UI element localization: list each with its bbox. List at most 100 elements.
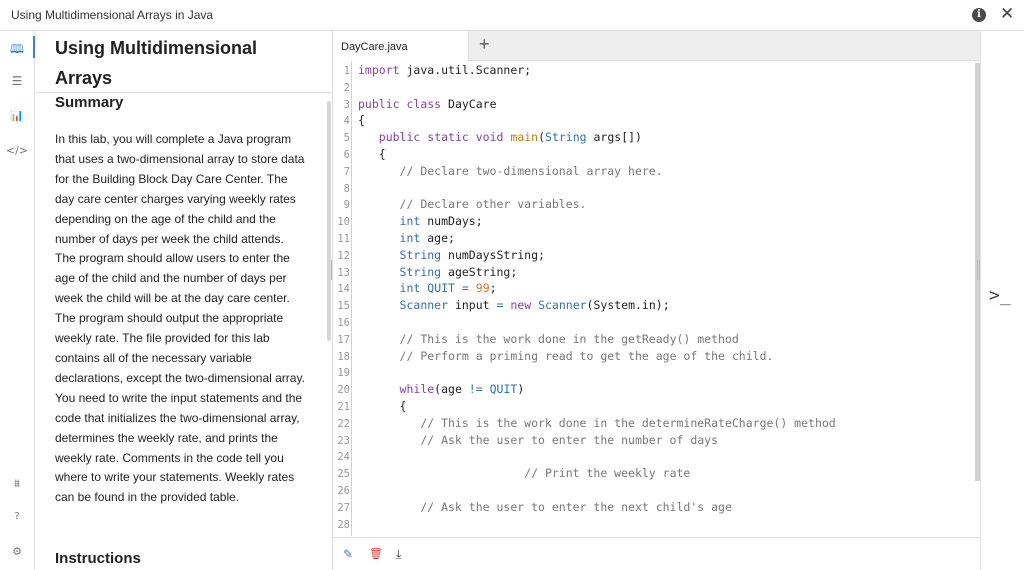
line-number: 28 xyxy=(337,518,350,531)
line-number: 13 xyxy=(337,266,350,279)
tab-daycare-java[interactable]: DayCare.java xyxy=(333,31,469,61)
code-text: String ageString; xyxy=(399,264,518,279)
code-line[interactable]: 25 // Print the weekly rate xyxy=(333,465,973,482)
add-tab-button[interactable]: + xyxy=(479,34,490,55)
terminal-panel: >_ xyxy=(980,31,1024,570)
edit-icon[interactable]: ✎ xyxy=(343,547,353,561)
line-number: 9 xyxy=(343,199,350,212)
code-line[interactable]: 27 // Ask the user to enter the next chi… xyxy=(333,499,973,516)
code-text: Scanner input = new Scanner(System.in); xyxy=(399,298,670,313)
chart-icon[interactable]: 📊 xyxy=(0,109,34,122)
code-line[interactable]: 17 // This is the work done in the getRe… xyxy=(333,331,973,348)
code-text: { xyxy=(358,399,407,413)
line-number: 21 xyxy=(337,401,350,413)
share-icon[interactable]: ⩩ xyxy=(0,477,34,491)
line-number: 20 xyxy=(337,384,350,397)
code-line[interactable]: 1 import java.util.Scanner; xyxy=(333,62,973,79)
info-icon[interactable]: i xyxy=(972,8,986,22)
delete-icon[interactable]: 🗑 xyxy=(369,547,383,560)
help-icon[interactable]: ? xyxy=(0,511,34,522)
summary-heading: Summary xyxy=(55,94,124,111)
book-icon[interactable]: 🕮 xyxy=(0,36,35,61)
line-number: 1 xyxy=(343,65,350,77)
code-line[interactable]: 10 int numDays; xyxy=(333,213,973,230)
line-number: 7 xyxy=(343,165,350,178)
code-line[interactable]: 13 String ageString; xyxy=(333,264,973,281)
code-line[interactable]: 22 // This is the work done in the deter… xyxy=(333,415,973,432)
code-area[interactable]: 1 import java.util.Scanner; 2 3 public class… xyxy=(333,61,981,536)
code-line[interactable]: 11 int age; xyxy=(333,230,973,247)
window-title: Using Multidimensional Arrays in Java xyxy=(11,8,214,22)
code-line[interactable]: 20 while(age != QUIT) xyxy=(333,381,973,398)
line-number: 2 xyxy=(343,81,350,94)
code-text: String numDaysString; xyxy=(399,247,545,262)
line-number: 6 xyxy=(343,149,350,161)
close-icon[interactable]: ✕ xyxy=(1000,4,1014,24)
code-text: { xyxy=(358,113,365,128)
code-text: // This is the work done in the determin… xyxy=(420,415,836,430)
code-text: // Print the weekly rate xyxy=(524,466,691,481)
line-number: 10 xyxy=(337,216,350,229)
code-line[interactable]: 14 int QUIT = 99; xyxy=(333,280,973,297)
title-bar: Using Multidimensional Arrays in Java i … xyxy=(0,0,1024,31)
line-number: 4 xyxy=(343,115,350,128)
code-line[interactable]: 9 // Declare other variables. xyxy=(333,196,973,213)
editor-tabbar: DayCare.java + xyxy=(333,31,981,61)
code-text: // Ask the user to enter the number of d… xyxy=(420,432,719,447)
code-line[interactable]: 6 { xyxy=(333,146,973,163)
line-number: 17 xyxy=(337,333,350,346)
line-number: 22 xyxy=(337,417,350,430)
lab-scrollbar[interactable] xyxy=(327,101,331,341)
line-number: 26 xyxy=(337,485,350,497)
code-line[interactable]: 8 xyxy=(333,180,973,197)
code-icon[interactable]: </> xyxy=(0,144,34,157)
left-nav: 🕮 ☰ 📊 </> ⩩ ? ⚙ xyxy=(0,31,35,570)
line-number: 18 xyxy=(337,350,350,363)
code-text: import java.util.Scanner; xyxy=(358,63,532,77)
lab-panel: Using Multidimensional Arrays Summary In… xyxy=(35,31,332,570)
title-divider xyxy=(35,92,332,93)
terminal-icon[interactable]: >_ xyxy=(989,285,1011,306)
settings-icon[interactable]: ⚙ xyxy=(0,545,34,558)
code-line[interactable]: 2 xyxy=(333,79,973,96)
code-text: int QUIT = 99; xyxy=(399,281,497,296)
line-number: 8 xyxy=(343,182,350,195)
line-number: 5 xyxy=(343,132,350,145)
code-line[interactable]: 26 xyxy=(333,482,973,499)
code-line[interactable]: 19 xyxy=(333,364,973,381)
code-text: int numDays; xyxy=(399,214,483,229)
download-icon[interactable]: ⤓ xyxy=(396,547,401,562)
line-number: 15 xyxy=(337,300,350,313)
code-line[interactable]: 15 Scanner input = new Scanner(System.in… xyxy=(333,297,973,314)
code-line[interactable]: 16 xyxy=(333,314,973,331)
list-icon[interactable]: ☰ xyxy=(0,74,34,88)
code-line[interactable]: 23 // Ask the user to enter the number o… xyxy=(333,432,973,449)
code-line[interactable]: 3 public class DayCare xyxy=(333,96,973,113)
code-text: // Perform a priming read to get the age… xyxy=(399,348,774,363)
line-number: 24 xyxy=(337,451,350,464)
line-number: 3 xyxy=(343,98,350,111)
code-text: { xyxy=(358,147,386,161)
code-line[interactable]: 21 { xyxy=(333,398,973,415)
code-line[interactable]: 5 public static void main(String args[]) xyxy=(333,129,973,146)
line-number: 16 xyxy=(337,317,350,329)
code-line[interactable]: 12 String numDaysString; xyxy=(333,247,973,264)
lab-title: Using Multidimensional Arrays xyxy=(55,38,258,88)
code-line[interactable]: 28 xyxy=(333,516,973,533)
code-text: // This is the work done in the getReady… xyxy=(399,331,739,346)
code-editor: DayCare.java + 1 import java.util.Scanner… xyxy=(332,31,981,570)
code-line[interactable]: 4{ xyxy=(333,112,973,129)
line-number: 14 xyxy=(337,283,350,296)
code-line[interactable]: 7 // Declare two-dimensional array here. xyxy=(333,163,973,180)
line-number: 11 xyxy=(337,233,350,245)
code-line[interactable]: 18 // Perform a priming read to get the … xyxy=(333,348,973,365)
code-text: int age; xyxy=(399,231,455,245)
instructions-heading: Instructions xyxy=(55,550,141,567)
editor-toolbar: ✎ 🗑 ⤓ xyxy=(333,537,981,570)
line-number: 25 xyxy=(337,468,350,481)
code-text: public class DayCare xyxy=(358,96,497,111)
code-line[interactable]: 24 xyxy=(333,448,973,465)
line-number: 19 xyxy=(337,367,350,380)
line-number: 27 xyxy=(337,501,350,514)
code-text: // Declare other variables. xyxy=(399,197,587,212)
